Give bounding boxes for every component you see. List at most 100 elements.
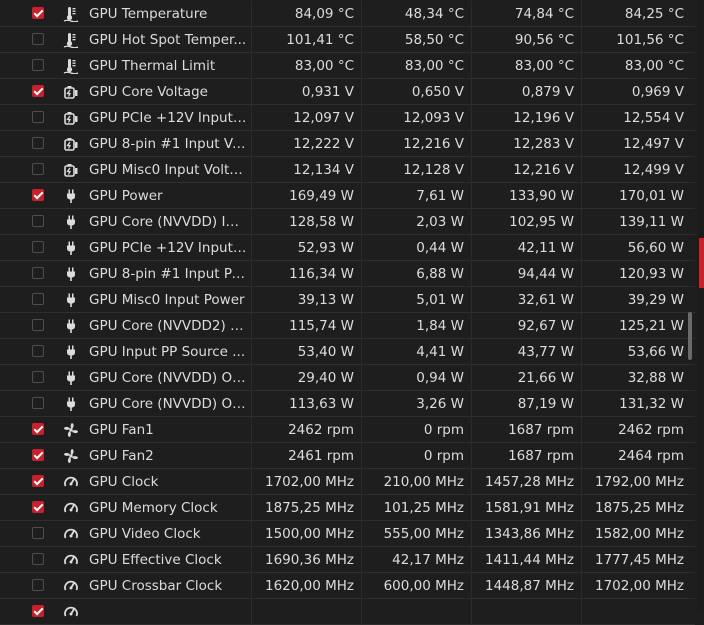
column-separator	[471, 131, 472, 157]
current-value: 116,34 W	[289, 266, 354, 282]
current-value: 115,74 W	[289, 318, 354, 334]
checkbox-unchecked[interactable]	[32, 33, 44, 45]
column-separator	[471, 443, 472, 469]
table-row[interactable]: GPU Core (NVVDD) Inp... 128,58 W 2,03 W …	[0, 209, 695, 235]
current-value: 12,222 V	[293, 136, 354, 152]
checkbox-unchecked[interactable]	[32, 241, 44, 253]
table-row[interactable]: GPU Thermal Limit 83,00 °C 83,00 °C 83,0…	[0, 53, 695, 79]
current-value: 1702,00 MHz	[264, 474, 354, 490]
column-separator	[581, 209, 582, 235]
checkbox-unchecked[interactable]	[32, 397, 44, 409]
table-row[interactable]: GPU Core (NVVDD) Ou... 29,40 W 0,94 W 21…	[0, 365, 695, 391]
avg-value: 1687 rpm	[508, 448, 574, 464]
column-separator	[581, 495, 582, 521]
checkbox-unchecked[interactable]	[32, 371, 44, 383]
max-value: 32,88 W	[627, 370, 684, 386]
column-separator	[581, 1, 582, 27]
avg-value: 94,44 W	[517, 266, 574, 282]
column-separator	[251, 235, 252, 261]
current-value: 113,63 W	[289, 396, 354, 412]
table-row[interactable]: GPU Fan1 2462 rpm 0 rpm 1687 rpm 2462 rp…	[0, 417, 695, 443]
column-separator	[361, 157, 362, 183]
column-separator	[361, 235, 362, 261]
table-row[interactable]: GPU Core (NVVDD2) In... 115,74 W 1,84 W …	[0, 313, 695, 339]
sensor-label: GPU Core (NVVDD2) In...	[89, 318, 247, 334]
table-row[interactable]: GPU Misc0 Input Power 39,13 W 5,01 W 32,…	[0, 287, 695, 313]
gauge-icon	[63, 526, 79, 542]
scrollbar-track[interactable]	[697, 0, 704, 611]
checkbox-unchecked[interactable]	[32, 163, 44, 175]
column-separator	[361, 105, 362, 131]
current-value: 29,40 W	[297, 370, 354, 386]
table-row[interactable]: GPU Core (NVVDD) Ou... 113,63 W 3,26 W 8…	[0, 391, 695, 417]
table-row[interactable]: GPU Fan2 2461 rpm 0 rpm 1687 rpm 2464 rp…	[0, 443, 695, 469]
column-separator	[251, 27, 252, 53]
column-separator	[581, 573, 582, 599]
scrollbar-thumb[interactable]	[688, 312, 692, 360]
avg-value: 12,196 V	[513, 110, 574, 126]
checkbox-checked[interactable]	[32, 85, 44, 97]
column-separator	[471, 157, 472, 183]
table-row[interactable]: GPU Misc0 Input Volta... 12,134 V 12,128…	[0, 157, 695, 183]
table-row[interactable]	[0, 599, 695, 625]
sensor-label: GPU Core (NVVDD) Inp...	[89, 214, 247, 230]
table-row[interactable]: GPU Power 169,49 W 7,61 W 133,90 W 170,0…	[0, 183, 695, 209]
column-separator	[471, 547, 472, 573]
column-separator	[361, 443, 362, 469]
column-separator	[361, 261, 362, 287]
table-row[interactable]: GPU Clock 1702,00 MHz 210,00 MHz 1457,28…	[0, 469, 695, 495]
checkbox-unchecked[interactable]	[32, 553, 44, 565]
fan-icon	[63, 422, 79, 438]
table-row[interactable]: GPU Memory Clock 1875,25 MHz 101,25 MHz …	[0, 495, 695, 521]
checkbox-unchecked[interactable]	[32, 527, 44, 539]
table-row[interactable]: GPU Temperature 84,09 °C 48,34 °C 74,84 …	[0, 1, 695, 27]
table-row[interactable]: GPU 8-pin #1 Input Vo... 12,222 V 12,216…	[0, 131, 695, 157]
checkbox-unchecked[interactable]	[32, 267, 44, 279]
current-value: 1620,00 MHz	[264, 578, 354, 594]
checkbox-unchecked[interactable]	[32, 345, 44, 357]
column-separator	[251, 573, 252, 599]
min-value: 7,61 W	[416, 188, 464, 204]
table-row[interactable]: GPU Core Voltage 0,931 V 0,650 V 0,879 V…	[0, 79, 695, 105]
table-row[interactable]: GPU Effective Clock 1690,36 MHz 42,17 MH…	[0, 547, 695, 573]
table-row[interactable]: GPU PCIe +12V Input ... 12,097 V 12,093 …	[0, 105, 695, 131]
column-separator	[251, 1, 252, 27]
table-row[interactable]: GPU PCIe +12V Input ... 52,93 W 0,44 W 4…	[0, 235, 695, 261]
checkbox-unchecked[interactable]	[32, 137, 44, 149]
min-value: 555,00 MHz	[383, 526, 464, 542]
checkbox-checked[interactable]	[32, 423, 44, 435]
table-row[interactable]: GPU Crossbar Clock 1620,00 MHz 600,00 MH…	[0, 573, 695, 599]
checkbox-checked[interactable]	[32, 475, 44, 487]
current-value: 1875,25 MHz	[264, 500, 354, 516]
column-separator	[581, 339, 582, 365]
column-separator	[581, 261, 582, 287]
table-row[interactable]: GPU Video Clock 1500,00 MHz 555,00 MHz 1…	[0, 521, 695, 547]
checkbox-checked[interactable]	[32, 7, 44, 19]
column-separator	[471, 599, 472, 625]
checkbox-checked[interactable]	[32, 449, 44, 461]
min-value: 58,50 °C	[404, 32, 464, 48]
checkbox-checked[interactable]	[32, 189, 44, 201]
plug-icon	[63, 318, 79, 334]
column-separator	[361, 339, 362, 365]
battery-icon	[63, 162, 79, 178]
checkbox-unchecked[interactable]	[32, 319, 44, 331]
max-value: 53,66 W	[627, 344, 684, 360]
column-separator	[361, 547, 362, 573]
checkbox-unchecked[interactable]	[32, 59, 44, 71]
max-value: 120,93 W	[619, 266, 684, 282]
column-separator	[471, 1, 472, 27]
checkbox-unchecked[interactable]	[32, 215, 44, 227]
checkbox-checked[interactable]	[32, 605, 44, 617]
checkbox-checked[interactable]	[32, 501, 44, 513]
table-row[interactable]: GPU Hot Spot Temper... 101,41 °C 58,50 °…	[0, 27, 695, 53]
checkbox-unchecked[interactable]	[32, 111, 44, 123]
avg-value: 74,84 °C	[514, 6, 574, 22]
checkbox-unchecked[interactable]	[32, 293, 44, 305]
checkbox-unchecked[interactable]	[32, 579, 44, 591]
table-row[interactable]: GPU Input PP Source ... 53,40 W 4,41 W 4…	[0, 339, 695, 365]
table-row[interactable]: GPU 8-pin #1 Input Po... 116,34 W 6,88 W…	[0, 261, 695, 287]
sensor-label: GPU Fan2	[89, 448, 154, 464]
column-separator	[251, 209, 252, 235]
column-separator	[581, 391, 582, 417]
